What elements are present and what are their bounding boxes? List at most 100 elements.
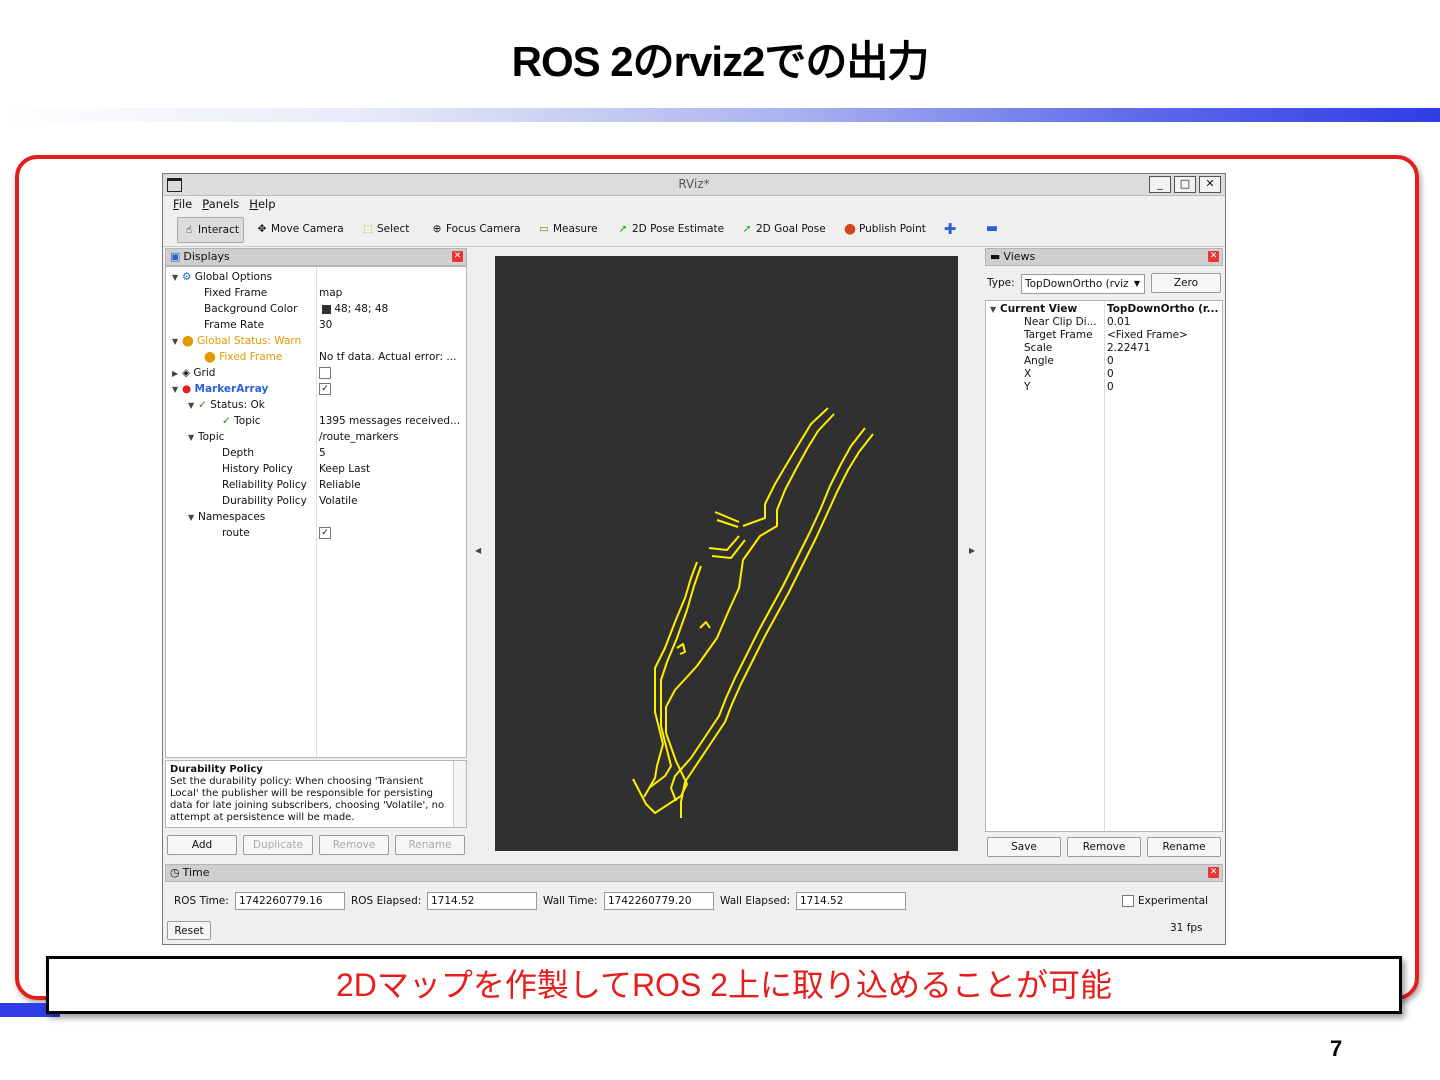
wall-time-field[interactable]: 1742260779.20	[604, 892, 714, 910]
tree-row-status-ok[interactable]: ▼ ✓ Status: Ok	[166, 397, 466, 413]
warning-icon: ⬤	[182, 335, 194, 347]
displays-close-icon[interactable]: ✕	[452, 251, 463, 262]
description-text: Set the durability policy: When choosing…	[170, 776, 445, 823]
save-view-button[interactable]: Save	[987, 837, 1061, 857]
wall-elapsed-label: Wall Elapsed:	[720, 895, 791, 907]
zero-view-button[interactable]: Zero	[1151, 273, 1221, 293]
tree-row-background-color[interactable]: Background Color 48; 48; 48	[166, 301, 466, 317]
tree-row-fixed-frame-status[interactable]: ⬤ Fixed Frame No tf data. Actual error: .…	[166, 349, 466, 365]
tree-row-global-status[interactable]: ▼ ⬤ Global Status: Warn	[166, 333, 466, 349]
view-row-y[interactable]: Y0	[986, 379, 1222, 395]
menu-help[interactable]: Help	[249, 197, 275, 211]
warning-icon: ⬤	[204, 351, 216, 363]
views-type-select[interactable]: TopDownOrtho (rviz ▼	[1021, 274, 1145, 294]
tree-row-namespaces[interactable]: ▼ Namespaces	[166, 509, 466, 525]
tool-select[interactable]: ⬚ Select	[361, 217, 409, 241]
tree-row-history-policy[interactable]: History Policy Keep Last	[166, 461, 466, 477]
tool-publish-point[interactable]: ⬤ Publish Point	[843, 217, 926, 241]
window-title: RViz*	[678, 177, 710, 191]
menu-bar: File Panels Help	[163, 195, 1225, 213]
displays-tree: ▼ ⚙ Global Options Fixed Frame map Backgro…	[165, 266, 467, 758]
map-pin-icon: ⬤	[844, 223, 856, 235]
caption-box: 2Dマップを作製してROS 2上に取り込めることが可能	[46, 956, 1402, 1014]
add-display-button[interactable]: Add	[167, 835, 237, 855]
remove-display-button[interactable]: Remove	[319, 835, 389, 855]
check-icon: ✓	[222, 415, 231, 427]
collapse-right-icon[interactable]: ▶	[969, 546, 975, 555]
maximize-button[interactable]: □	[1174, 176, 1196, 193]
tool-measure[interactable]: ▭ Measure	[537, 217, 598, 241]
wall-time-label: Wall Time:	[543, 895, 598, 907]
remove-view-button[interactable]: Remove	[1067, 837, 1141, 857]
close-button[interactable]: ✕	[1199, 176, 1221, 193]
tool-toolbar: ☝ Interact ✥ Move Camera ⬚ Select ⊕ Focus Ca…	[163, 213, 1225, 247]
move-camera-icon: ✥	[257, 223, 267, 235]
page-number: 7	[1330, 1036, 1343, 1061]
title-underline-bar	[0, 108, 1440, 122]
tool-move-camera[interactable]: ✥ Move Camera	[255, 217, 344, 241]
rename-view-button[interactable]: Rename	[1147, 837, 1221, 857]
description-scrollbar[interactable]	[453, 761, 466, 827]
tool-interact[interactable]: ☝ Interact	[177, 217, 244, 243]
chevron-down-icon: ▼	[1133, 279, 1140, 288]
ros-elapsed-field[interactable]: 1714.52	[427, 892, 537, 910]
tree-row-global-options[interactable]: ▼ ⚙ Global Options	[166, 269, 466, 285]
green-arrow-icon: ➚	[618, 223, 628, 235]
tree-row-grid[interactable]: ▶ ◈ Grid	[166, 365, 466, 381]
grid-checkbox[interactable]	[319, 367, 331, 379]
marker-array-checkbox[interactable]: ✓	[319, 383, 331, 395]
tool-focus-camera[interactable]: ⊕ Focus Camera	[430, 217, 521, 241]
render-viewport[interactable]	[495, 256, 958, 851]
tree-row-topic[interactable]: ▼ Topic/route_markers	[166, 429, 466, 445]
rviz-window: RViz* _ □ ✕ File Panels Help ☝ Interact ✥ Mo…	[162, 173, 1226, 945]
route-checkbox[interactable]: ✓	[319, 527, 331, 539]
tree-row-frame-rate[interactable]: Frame Rate 30	[166, 317, 466, 333]
tree-row-reliability-policy[interactable]: Reliability Policy Reliable	[166, 477, 466, 493]
menu-file[interactable]: File	[173, 197, 192, 211]
views-type-label: Type:	[987, 277, 1015, 289]
collapse-left-icon[interactable]: ◀	[475, 546, 481, 555]
tree-row-depth[interactable]: Depth 5	[166, 445, 466, 461]
tool-2d-goal-pose[interactable]: ➚ 2D Goal Pose	[740, 217, 826, 241]
tree-row-marker-array[interactable]: ▼ ● MarkerArray ✓	[166, 381, 466, 397]
hand-icon: ☝	[185, 224, 193, 236]
minus-dropdown-icon: ▬	[985, 221, 999, 236]
monitor-icon: ▣	[170, 250, 181, 263]
focus-camera-icon: ⊕	[432, 223, 442, 235]
tree-row-fixed-frame[interactable]: Fixed Frame map	[166, 285, 466, 301]
views-close-icon[interactable]: ✕	[1208, 251, 1219, 262]
tree-row-route[interactable]: route ✓	[166, 525, 466, 541]
ros-time-field[interactable]: 1742260779.16	[235, 892, 345, 910]
minimize-button[interactable]: _	[1149, 176, 1171, 193]
grid-icon: ◈	[182, 367, 191, 379]
check-icon: ✓	[198, 399, 207, 411]
description-title: Durability Policy	[170, 764, 263, 775]
views-panel-header: ▬ Views ✕	[985, 248, 1223, 266]
reset-button[interactable]: Reset	[167, 921, 211, 940]
tree-row-topic-status[interactable]: ✓ Topic 1395 messages received...	[166, 413, 466, 429]
tool-2d-pose-estimate[interactable]: ➚ 2D Pose Estimate	[616, 217, 725, 241]
add-tool-button[interactable]: ✚	[943, 217, 959, 241]
menu-panels[interactable]: Panels	[202, 197, 239, 211]
time-close-icon[interactable]: ✕	[1208, 867, 1219, 878]
property-description-box: Durability Policy Set the durability pol…	[165, 760, 467, 828]
tree-row-durability-policy[interactable]: Durability Policy Volatile	[166, 493, 466, 509]
ros-time-label: ROS Time:	[174, 895, 229, 907]
window-titlebar[interactable]: RViz* _ □ ✕	[163, 174, 1225, 196]
ros-elapsed-label: ROS Elapsed:	[351, 895, 422, 907]
plus-icon: ✚	[943, 220, 957, 238]
duplicate-display-button[interactable]: Duplicate	[243, 835, 313, 855]
clock-icon: ◷	[170, 866, 180, 879]
time-panel-header: ◷ Time ✕	[165, 864, 1223, 882]
ruler-icon: ▭	[539, 223, 549, 235]
displays-panel-header: ▣ Displays ✕	[165, 248, 467, 266]
fps-readout: 31 fps	[1170, 922, 1203, 934]
remove-tool-button[interactable]: ▬	[985, 217, 1001, 241]
camera-icon: ▬	[990, 250, 1001, 263]
rename-display-button[interactable]: Rename	[395, 835, 465, 855]
wall-elapsed-field[interactable]: 1714.52	[796, 892, 906, 910]
marker-array-icon: ●	[182, 383, 192, 395]
slide-title: ROS 2のrviz2での出力	[511, 38, 930, 85]
experimental-checkbox[interactable]	[1122, 895, 1134, 907]
route-markers	[632, 407, 874, 818]
